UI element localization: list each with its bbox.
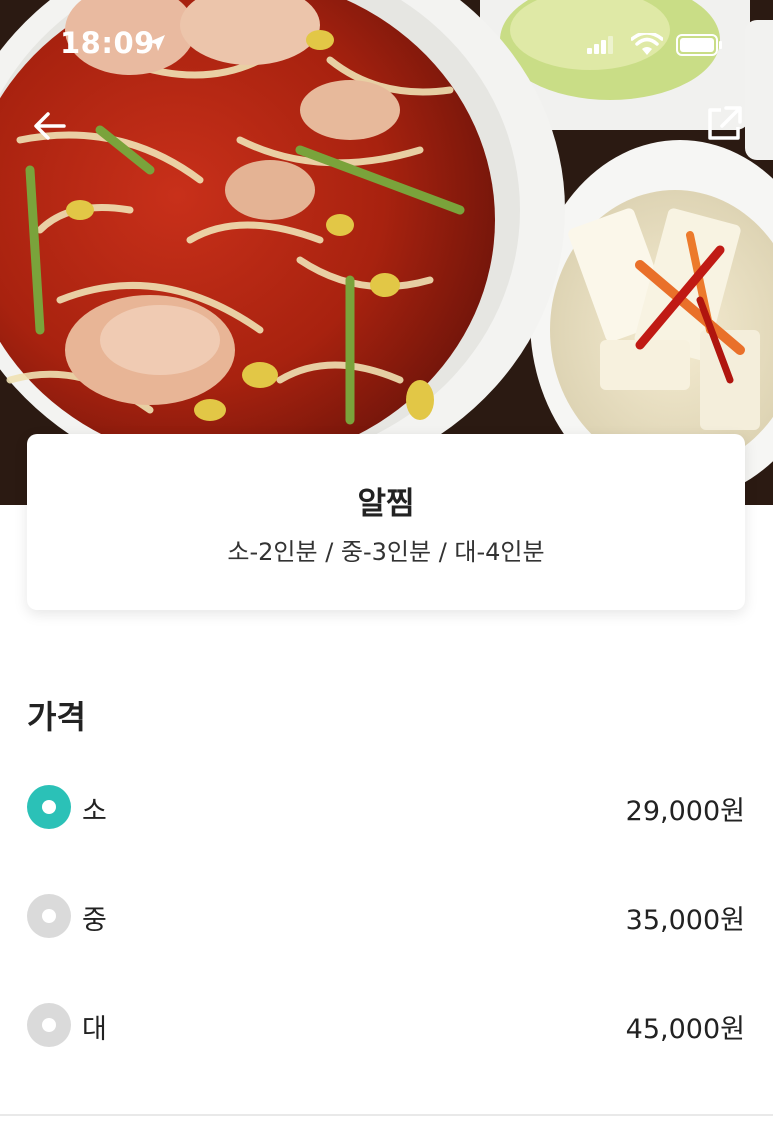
price-section-title: 가격 bbox=[27, 698, 86, 736]
back-button[interactable] bbox=[30, 106, 70, 146]
radio-button[interactable] bbox=[27, 894, 71, 938]
option-label: 중 bbox=[82, 905, 107, 936]
status-time: 18:09 bbox=[60, 26, 155, 60]
price-option-large[interactable]: 대 45,000원 bbox=[27, 995, 745, 1055]
location-arrow-icon bbox=[149, 35, 165, 51]
menu-info-card: 알찜 소-2인분 / 중-3인분 / 대-4인분 bbox=[27, 434, 745, 610]
menu-description: 소-2인분 / 중-3인분 / 대-4인분 bbox=[227, 538, 545, 566]
wifi-icon bbox=[631, 33, 663, 55]
status-bar: 18:09 bbox=[0, 0, 773, 88]
option-price: 29,000원 bbox=[625, 796, 745, 827]
menu-name: 알찜 bbox=[357, 486, 415, 522]
radio-button[interactable] bbox=[27, 1003, 71, 1047]
arrow-left-icon bbox=[34, 112, 66, 140]
option-label: 소 bbox=[82, 796, 107, 827]
price-option-medium[interactable]: 중 35,000원 bbox=[27, 886, 745, 946]
external-share-icon bbox=[708, 106, 742, 140]
cellular-signal-icon bbox=[587, 36, 613, 54]
price-option-small[interactable]: 소 29,000원 bbox=[27, 777, 745, 837]
share-button[interactable] bbox=[704, 104, 744, 144]
battery-icon bbox=[676, 34, 722, 56]
option-price: 45,000원 bbox=[625, 1014, 745, 1045]
option-price: 35,000원 bbox=[625, 905, 745, 936]
radio-button-selected[interactable] bbox=[27, 785, 71, 829]
option-label: 대 bbox=[82, 1014, 107, 1045]
section-divider bbox=[0, 1114, 773, 1116]
